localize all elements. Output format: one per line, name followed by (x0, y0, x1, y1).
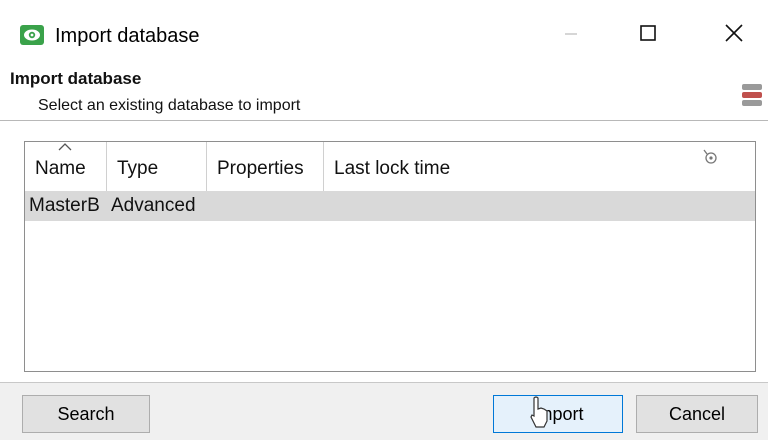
dialog-content: Name Type Properties Last lock time Mast… (0, 120, 768, 383)
cell-name: MasterB (29, 195, 100, 216)
cell-type: Advanced (111, 195, 196, 216)
minimize-icon (565, 33, 577, 35)
column-header-last-lock-time[interactable]: Last lock time (324, 142, 755, 194)
maximize-icon (640, 25, 656, 41)
header-title: Import database (10, 69, 142, 88)
maximize-button[interactable] (625, 14, 671, 54)
hand-cursor-icon (530, 396, 548, 428)
cancel-button[interactable]: Cancel (636, 395, 758, 433)
app-eye-icon (20, 25, 44, 45)
title-bar: Import database (0, 0, 768, 64)
close-icon (725, 24, 743, 42)
database-list[interactable]: Name Type Properties Last lock time Mast… (24, 141, 756, 372)
column-header-label: Type (117, 158, 159, 179)
database-icon (740, 82, 764, 108)
column-header-name[interactable]: Name (25, 142, 107, 194)
column-filter-icon[interactable] (701, 148, 719, 166)
column-header-label: Name (35, 158, 86, 179)
dialog-footer: Search Import Cancel (0, 382, 768, 440)
table-row[interactable]: MasterB Advanced (25, 191, 755, 221)
column-header-type[interactable]: Type (107, 142, 207, 194)
column-header-label: Last lock time (334, 158, 451, 179)
close-button[interactable] (712, 14, 758, 54)
dialog-header: Import database Select an existing datab… (0, 64, 768, 120)
minimize-button[interactable] (548, 14, 594, 54)
header-subtitle: Select an existing database to import (38, 97, 301, 114)
column-header-label: Properties (217, 158, 304, 179)
import-button[interactable]: Import (493, 395, 623, 433)
column-header-properties[interactable]: Properties (207, 142, 324, 194)
search-button[interactable]: Search (22, 395, 150, 433)
sort-ascending-icon (58, 143, 72, 151)
window-title: Import database (55, 25, 200, 47)
